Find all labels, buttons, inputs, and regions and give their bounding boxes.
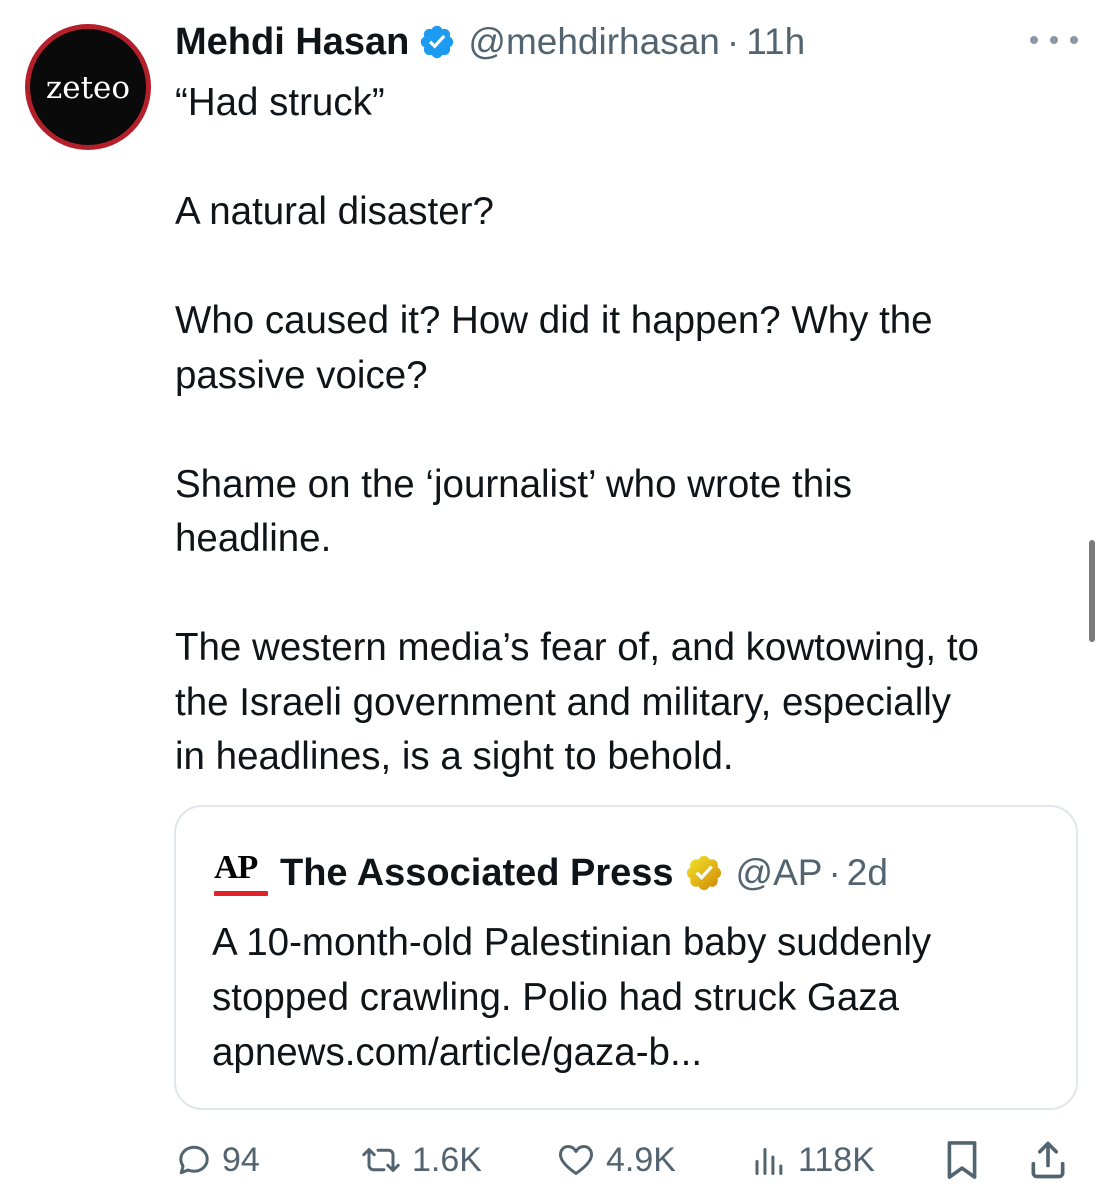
quoted-text-line: A 10-month-old Palestinian baby suddenly: [212, 921, 932, 964]
tweet-timestamp[interactable]: 11h: [746, 21, 805, 63]
quoted-timestamp: 2d: [846, 852, 888, 893]
quoted-tweet-header: AP The Associated Press @AP · 2d: [212, 845, 888, 901]
avatar[interactable]: zeteo: [25, 24, 151, 150]
tweet-text-line: the Israeli government and military, esp…: [175, 680, 952, 724]
quoted-text-line: stopped crawling. Polio had struck Gaza: [212, 976, 899, 1019]
avatar-inner: zeteo: [30, 29, 146, 145]
avatar-logo-text: zeteo: [45, 70, 131, 106]
tweet-text-line: Who caused it? How did it happen? Why th…: [175, 299, 933, 342]
more-horizontal-icon[interactable]: [1030, 26, 1078, 54]
bookmark-icon: [947, 1141, 977, 1179]
header-separator: ·: [726, 21, 740, 62]
scrollbar-thumb[interactable]: [1089, 540, 1095, 642]
tweet-header: Mehdi Hasan @mehdirhasan · 11h: [175, 14, 805, 70]
quoted-tweet-card[interactable]: AP The Associated Press @AP · 2d A 10-mo…: [174, 805, 1078, 1110]
quoted-author-handle: @AP: [735, 852, 823, 893]
like-count: 4.9K: [606, 1140, 676, 1179]
repost-button[interactable]: 1.6K: [360, 1130, 482, 1190]
quoted-header-separator: ·: [828, 852, 841, 893]
tweet-text-line: in headlines, is a sight to behold.: [175, 735, 734, 778]
tweet-text-line: passive voice?: [175, 353, 428, 397]
more-dot: [1050, 36, 1058, 44]
author-handle[interactable]: @mehdirhasan: [468, 21, 719, 63]
share-button[interactable]: [1026, 1130, 1070, 1190]
tweet-text-line: A natural disaster?: [175, 190, 494, 233]
more-dot: [1070, 36, 1078, 44]
reply-icon: [179, 1145, 209, 1175]
quoted-tweet-text: A 10-month-old Palestinian baby suddenly…: [212, 915, 1062, 1080]
tweet-text: “Had struck” A natural disaster? Who cau…: [175, 76, 1085, 785]
more-dot: [1030, 36, 1038, 44]
heart-icon: [559, 1145, 593, 1175]
tweet-text-line: headline.: [175, 517, 332, 560]
views-button[interactable]: 118K: [750, 1130, 875, 1190]
like-button[interactable]: 4.9K: [556, 1130, 676, 1190]
reply-count: 94: [222, 1140, 260, 1179]
quoted-author-name: The Associated Press: [280, 851, 674, 894]
tweet: zeteo Mehdi Hasan @mehdirhasan · 11h “Ha…: [0, 0, 1105, 1200]
tweet-text-line: The western media’s fear of, and kowtowi…: [175, 626, 979, 669]
repost-count: 1.6K: [412, 1140, 482, 1179]
ap-logo-underline: [214, 891, 268, 896]
author-name[interactable]: Mehdi Hasan: [175, 21, 409, 64]
share-icon: [1031, 1141, 1065, 1179]
gold-verified-badge-icon: [686, 855, 721, 891]
quoted-text-line: apnews.com/article/gaza-b...: [212, 1031, 703, 1074]
tweet-text-line: Shame on the ‘journalist’ who wrote this: [175, 462, 852, 506]
ap-logo: AP: [212, 845, 270, 901]
views-icon: [755, 1148, 783, 1175]
bookmark-button[interactable]: [944, 1130, 980, 1190]
ap-logo-text: AP: [214, 849, 258, 886]
views-count: 118K: [798, 1140, 875, 1179]
tweet-text-line: “Had struck”: [175, 81, 385, 124]
reply-button[interactable]: 94: [176, 1130, 260, 1190]
repost-icon: [362, 1148, 400, 1172]
verified-badge-icon: [421, 25, 454, 59]
action-bar: 94 1.6K 4.9K 118K: [0, 1130, 1105, 1190]
